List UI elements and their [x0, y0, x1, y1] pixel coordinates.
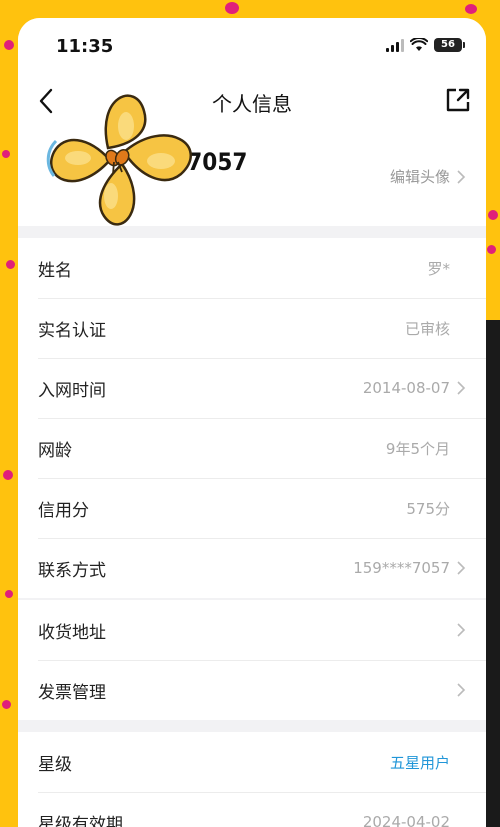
background-dot	[6, 260, 15, 269]
star-level-value: 五星用户	[389, 753, 450, 772]
list-item-contact[interactable]: 联系方式 159****7057	[18, 538, 486, 598]
row-value: 罗*	[427, 259, 450, 278]
battery-icon: 56	[434, 38, 465, 52]
edit-avatar-link[interactable]: 编辑头像	[390, 166, 466, 187]
row-value: 159****7057	[353, 559, 450, 577]
row-label: 信用分	[38, 500, 89, 521]
wifi-icon	[410, 38, 428, 51]
list-item-star-level: 星级 五星用户	[18, 732, 486, 792]
info-section: 姓名 罗* 实名认证 已审核 入网时间 2014-08-07 网龄 9年5个月 …	[18, 238, 486, 598]
signal-icon	[386, 38, 404, 52]
row-label: 收货地址	[38, 622, 106, 643]
background-dot	[4, 40, 14, 50]
list-item-name: 姓名 罗*	[18, 238, 486, 298]
list-item-invoice-management[interactable]: 发票管理	[18, 660, 486, 720]
address-invoice-section: 收货地址 发票管理	[18, 600, 486, 720]
profile-header: *7057 编辑头像	[18, 94, 486, 226]
background-dot	[3, 470, 13, 480]
chevron-right-icon	[457, 683, 466, 697]
row-label: 网龄	[38, 440, 72, 461]
row-value: 575分	[406, 499, 450, 518]
list-item-network-join-date[interactable]: 入网时间 2014-08-07	[18, 358, 486, 418]
chevron-right-icon	[457, 623, 466, 637]
edit-avatar-label: 编辑头像	[389, 168, 450, 186]
background-dot	[2, 700, 11, 709]
row-label: 发票管理	[38, 682, 106, 703]
background-edge	[486, 320, 500, 827]
status-bar: 11:35 56	[18, 18, 486, 76]
row-label: 实名认证	[38, 320, 106, 341]
row-label: 联系方式	[38, 560, 106, 581]
row-label: 姓名	[38, 260, 72, 281]
share-icon[interactable]	[444, 86, 472, 114]
row-value: 2014-08-07	[362, 379, 450, 397]
chevron-right-icon	[457, 561, 466, 575]
star-level-section: 星级 五星用户 星级有效期 2024-04-02	[18, 732, 486, 827]
chevron-right-icon	[457, 381, 466, 395]
row-value: 2024-04-02	[362, 813, 450, 827]
row-value: 已审核	[404, 319, 450, 338]
background-dot	[487, 245, 496, 254]
row-label: 星级	[38, 754, 72, 775]
background-dot	[465, 4, 477, 14]
background-dot	[2, 150, 10, 158]
background-dot	[5, 590, 13, 598]
list-item-real-name-auth: 实名认证 已审核	[18, 298, 486, 358]
row-label: 星级有效期	[38, 814, 123, 827]
list-item-network-age: 网龄 9年5个月	[18, 418, 486, 478]
list-item-star-validity: 星级有效期 2024-04-02	[18, 792, 486, 827]
avatar[interactable]	[38, 86, 208, 236]
list-item-credit-score: 信用分 575分	[18, 478, 486, 538]
chevron-right-icon	[457, 169, 466, 184]
row-label: 入网时间	[38, 380, 106, 401]
background-dot	[225, 2, 239, 14]
status-time: 11:35	[56, 36, 114, 57]
background-dot	[488, 210, 498, 220]
row-value: 9年5个月	[385, 439, 450, 458]
phone-screen: 11:35 56 个人信息 *7057 编辑头像 姓名 罗* 实名认证 已审核 …	[18, 18, 486, 827]
status-icons: 56	[386, 38, 465, 52]
list-item-shipping-address[interactable]: 收货地址	[18, 600, 486, 660]
